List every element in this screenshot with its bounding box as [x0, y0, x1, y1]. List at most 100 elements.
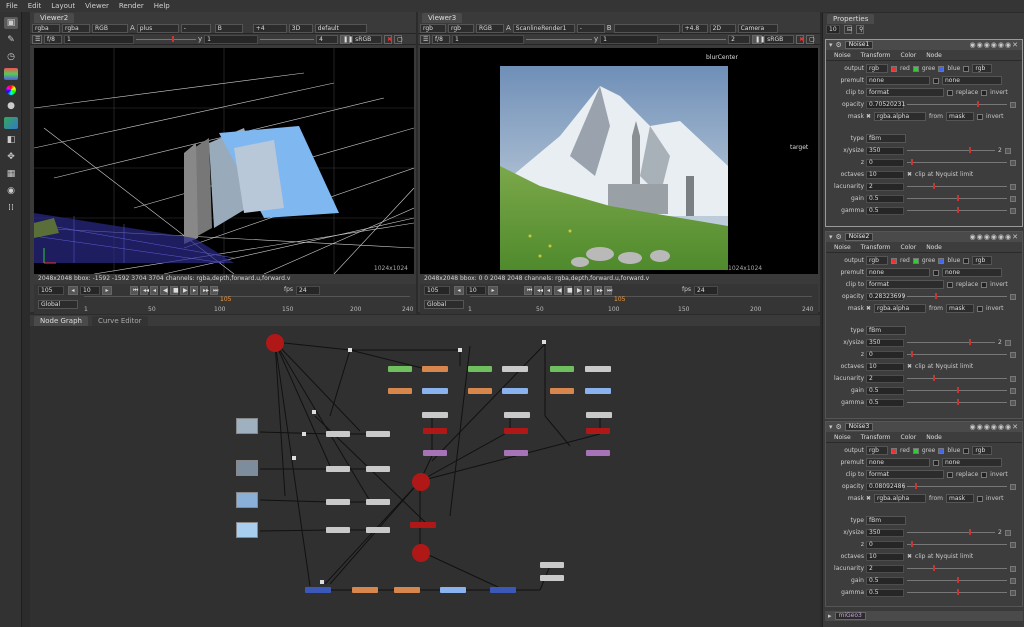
a-input-dropdown[interactable]: plus	[136, 23, 179, 33]
anim-icon[interactable]	[1004, 147, 1011, 154]
menu-viewer[interactable]: Viewer	[85, 2, 109, 10]
anim-icon[interactable]	[1010, 375, 1016, 382]
mask-channel-dropdown[interactable]: rgba.alpha	[874, 112, 927, 121]
gain-slider[interactable]	[526, 38, 592, 40]
3d-tool-icon[interactable]: ▦	[4, 168, 18, 180]
opacity-slider[interactable]	[907, 101, 1007, 107]
range-dropdown[interactable]: Global	[38, 300, 78, 309]
tab-transform[interactable]: Transform	[861, 244, 891, 251]
camera-dropdown[interactable]: default	[314, 23, 367, 33]
reformat-node[interactable]	[326, 431, 350, 437]
gain-field[interactable]: 0.5	[866, 576, 904, 585]
reformat-node[interactable]	[326, 499, 350, 505]
lacunarity-field[interactable]: 2	[866, 182, 904, 191]
mask-channel-dropdown[interactable]: rgba.alpha	[874, 494, 927, 503]
red-checkbox[interactable]	[891, 257, 897, 264]
opacity-slider-knob[interactable]	[977, 101, 979, 107]
lacunarity-slider[interactable]	[907, 565, 1007, 571]
channel-tool-icon[interactable]	[4, 68, 18, 80]
anim-icon[interactable]	[1010, 483, 1016, 490]
read-node-thumbnail[interactable]	[236, 522, 258, 538]
last-frame-icon[interactable]: ⏭	[604, 286, 612, 295]
replace-checkbox[interactable]	[947, 281, 953, 288]
transform-node[interactable]	[422, 388, 448, 394]
tab-color[interactable]: Color	[901, 434, 917, 441]
collapse-icon[interactable]: ▾	[829, 233, 833, 241]
view-mode-dropdown[interactable]: 3D	[288, 23, 313, 33]
tab-noise[interactable]: Noise	[834, 52, 851, 59]
tab-curve-editor[interactable]: Curve Editor	[91, 316, 148, 326]
reformat-node[interactable]	[326, 527, 350, 533]
next-frame-icon[interactable]: ▸	[190, 286, 198, 295]
lut-dropdown[interactable]: sRGB	[352, 34, 383, 44]
alpha-checkbox[interactable]	[963, 257, 970, 264]
gain-slider-knob[interactable]	[172, 35, 174, 42]
menu-help[interactable]: Help	[154, 2, 170, 10]
gamma-field[interactable]: 0.5	[866, 588, 904, 597]
gamma-field[interactable]: 1	[600, 34, 659, 44]
read-geo-node[interactable]	[423, 450, 447, 456]
blur-node[interactable]	[366, 431, 390, 437]
type-dropdown[interactable]: fBm	[866, 516, 906, 525]
xysize-field[interactable]: 350	[866, 338, 904, 347]
octaves-field[interactable]: 10	[866, 170, 904, 179]
error-icon[interactable]: ✖	[384, 34, 392, 44]
mask-from-dropdown[interactable]: mask	[946, 494, 974, 503]
merge-node-1[interactable]	[266, 334, 284, 352]
menu-file[interactable]: File	[6, 2, 18, 10]
last-frame-icon[interactable]: ⏭	[210, 286, 218, 295]
mask-channel-dropdown[interactable]: rgba.alpha	[874, 304, 927, 313]
z-slider[interactable]	[907, 159, 1007, 165]
read-node-thumbnail[interactable]	[236, 492, 258, 508]
dot-node[interactable]	[458, 348, 462, 352]
scene-node[interactable]	[504, 428, 528, 434]
lut-dropdown[interactable]: sRGB	[764, 34, 795, 44]
opacity-slider-knob[interactable]	[915, 483, 917, 489]
lacunarity-field[interactable]: 2	[866, 374, 904, 383]
gain-slider[interactable]	[907, 387, 1007, 393]
xysize-slider[interactable]	[907, 147, 995, 153]
scene-node[interactable]	[423, 428, 447, 434]
card-node[interactable]	[504, 412, 530, 418]
gamma-slider[interactable]	[907, 399, 1007, 405]
lacunarity-slider-knob[interactable]	[933, 375, 935, 381]
anim-icon[interactable]	[1010, 351, 1016, 358]
anim-icon[interactable]	[1010, 183, 1016, 190]
anim-icon[interactable]	[1010, 541, 1016, 548]
playhead-marker[interactable]: 105	[220, 296, 231, 303]
lacunarity-slider[interactable]	[907, 375, 1007, 381]
tab-node[interactable]: Node	[926, 52, 942, 59]
roi-icon[interactable]: ▢	[394, 34, 403, 44]
gamma-slider[interactable]	[907, 589, 1007, 595]
proxy-dropdown[interactable]: 4	[316, 34, 339, 44]
read-node-thumbnail[interactable]	[236, 460, 258, 476]
pause-icon[interactable]: ❚❚	[340, 34, 353, 44]
invert-checkbox[interactable]	[981, 281, 988, 288]
collapse-icon[interactable]: ▾	[829, 423, 833, 431]
z-slider[interactable]	[907, 541, 1007, 547]
write-node[interactable]	[490, 587, 516, 593]
mask-invert-checkbox[interactable]	[977, 305, 983, 312]
gamma-field[interactable]: 1	[204, 34, 259, 44]
gamma-slider[interactable]	[907, 207, 1007, 213]
transform-node[interactable]	[502, 388, 528, 394]
alpha-dropdown[interactable]: rgb	[972, 64, 993, 73]
red-checkbox[interactable]	[891, 447, 897, 454]
anim-icon[interactable]	[1010, 589, 1016, 596]
lacunarity-slider-knob[interactable]	[933, 565, 935, 571]
gain-field[interactable]: 0.5	[866, 194, 904, 203]
clip-to-dropdown[interactable]: format	[866, 88, 944, 97]
grade-node[interactable]	[394, 587, 420, 593]
octaves-field[interactable]: 10	[866, 362, 904, 371]
next-frame-icon[interactable]: ▸	[584, 286, 592, 295]
lacunarity-slider[interactable]	[907, 183, 1007, 189]
dot-node[interactable]	[292, 456, 296, 460]
blur-node[interactable]	[366, 499, 390, 505]
viewport-3d[interactable]: 1024x1024	[33, 48, 415, 275]
dot-node[interactable]	[542, 340, 546, 344]
time-tool-icon[interactable]: ◷	[4, 51, 18, 63]
fstop-dropdown[interactable]: f/8	[44, 34, 62, 44]
gain-slider[interactable]	[136, 35, 196, 42]
viewer-node[interactable]	[540, 562, 564, 568]
blue-checkbox[interactable]	[938, 65, 945, 72]
